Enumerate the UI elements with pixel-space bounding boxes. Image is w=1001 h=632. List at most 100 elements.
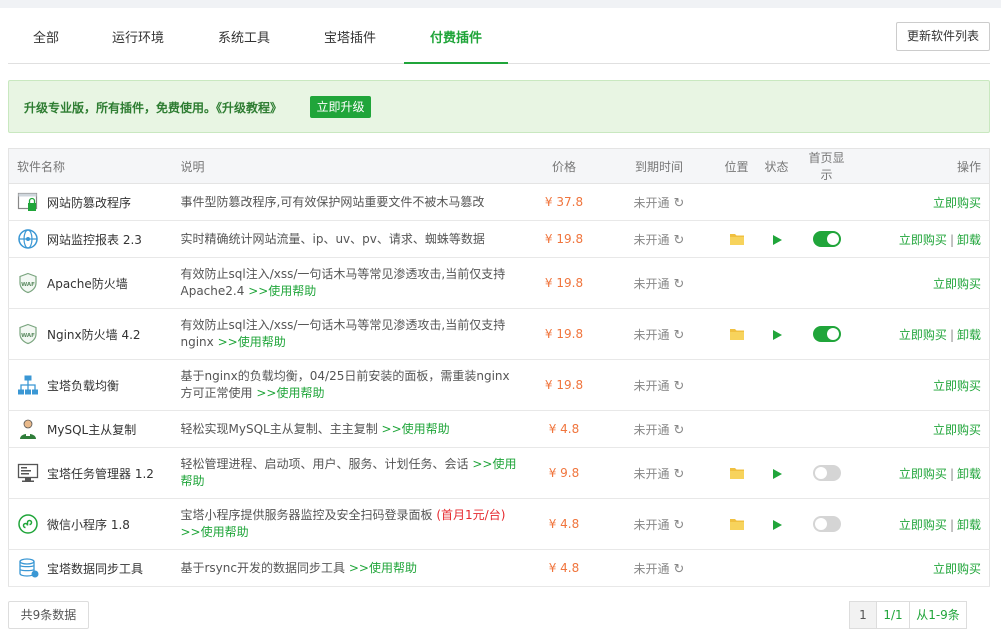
plugin-name[interactable]: Apache防火墙 <box>47 275 128 292</box>
op-separator: | <box>949 466 954 481</box>
usage-help-link[interactable]: >>使用帮助 <box>349 561 417 575</box>
plugin-price: ¥ 4.8 <box>548 561 580 575</box>
home-display-toggle[interactable] <box>812 465 841 481</box>
table-row: WAF Apache防火墙 有效防止sql注入/xss/一句话木马等常见渗透攻击,当… <box>8 257 990 309</box>
toggle-knob <box>826 233 839 245</box>
buy-now-link[interactable]: 立即购买 <box>933 196 981 210</box>
uninstall-link[interactable]: 卸载 <box>957 233 981 247</box>
plugin-name-cell: 宝塔任务管理器 1.2 <box>8 447 173 499</box>
plugin-price-cell: ¥ 4.8 <box>526 410 602 448</box>
tab-runtime[interactable]: 运行环境 <box>96 8 180 64</box>
play-icon[interactable] <box>771 329 783 341</box>
buy-now-link[interactable]: 立即购买 <box>933 562 981 576</box>
network-icon <box>17 374 39 396</box>
play-icon[interactable] <box>771 234 783 246</box>
table-row: 网站防篡改程序 事件型防篡改程序,可有效保护网站重要文件不被木马篡改 ¥ 37.8 未… <box>8 183 990 221</box>
play-icon[interactable] <box>771 519 783 531</box>
plugin-desc-cell: 轻松管理进程、启动项、用户、服务、计划任务、会话 >>使用帮助 <box>172 447 527 499</box>
plugin-state-cell <box>756 359 797 411</box>
usage-help-link[interactable]: >>使用帮助 <box>256 386 324 400</box>
plugin-op-cell: 立即购买 <box>856 549 990 587</box>
promo-text: (首月1元/台) <box>436 508 506 522</box>
play-icon[interactable] <box>771 468 783 480</box>
plugin-desc-cell: 基于rsync开发的数据同步工具 >>使用帮助 <box>172 549 527 587</box>
buy-now-link[interactable]: 立即购买 <box>933 423 981 437</box>
col-name: 软件名称 <box>8 148 173 184</box>
folder-icon[interactable] <box>729 466 745 480</box>
plugin-name[interactable]: 宝塔数据同步工具 <box>47 560 143 577</box>
plugin-position-cell <box>716 549 757 587</box>
home-display-toggle[interactable] <box>812 326 841 342</box>
col-expire: 到期时间 <box>601 148 717 184</box>
tab-all[interactable]: 全部 <box>22 8 70 64</box>
plugin-price-cell: ¥ 19.8 <box>526 257 602 309</box>
plugin-price: ¥ 4.8 <box>548 422 580 436</box>
plugin-home-cell <box>796 257 857 309</box>
toggle-knob <box>814 467 827 479</box>
uninstall-link[interactable]: 卸载 <box>957 467 981 481</box>
plugin-price: ¥ 4.8 <box>548 517 580 531</box>
buy-now-link[interactable]: 立即购买 <box>899 518 947 532</box>
plugin-name[interactable]: Nginx防火墙 4.2 <box>47 326 141 343</box>
folder-icon[interactable] <box>729 517 745 531</box>
refresh-icon[interactable]: ↻ <box>674 328 685 343</box>
upgrade-now-button[interactable]: 立即升级 <box>310 96 371 118</box>
table-row: 宝塔数据同步工具 基于rsync开发的数据同步工具 >>使用帮助 ¥ 4.8 未开通 ↻… <box>8 549 990 587</box>
buy-now-link[interactable]: 立即购买 <box>899 328 947 342</box>
op-separator: | <box>949 327 954 342</box>
usage-help-link[interactable]: >>使用帮助 <box>181 525 249 539</box>
plugin-price-cell: ¥ 4.8 <box>526 549 602 587</box>
plugin-description: 基于nginx的负载均衡，04/25日前安装的面板，需重装nginx方可正常使用 <box>180 369 510 400</box>
buy-now-link[interactable]: 立即购买 <box>933 379 981 393</box>
plugin-expire-cell: 未开通 ↻ <box>601 410 717 448</box>
usage-help-link[interactable]: >>使用帮助 <box>382 422 450 436</box>
plugin-expire-cell: 未开通 ↻ <box>601 183 717 221</box>
buy-now-link[interactable]: 立即购买 <box>899 233 947 247</box>
page-indicator[interactable]: 1/1 <box>876 601 910 629</box>
plugin-name[interactable]: 网站监控报表 2.3 <box>47 231 142 248</box>
plugin-name-cell: 宝塔负载均衡 <box>8 359 173 411</box>
home-display-toggle[interactable] <box>812 231 841 247</box>
plugin-price: ¥ 9.8 <box>548 466 580 480</box>
op-separator: | <box>949 517 954 532</box>
usage-help-link[interactable]: >>使用帮助 <box>218 335 286 349</box>
refresh-icon[interactable]: ↻ <box>674 562 685 577</box>
uninstall-link[interactable]: 卸载 <box>957 518 981 532</box>
table-row: 网站监控报表 2.3 实时精确统计网站流量、ip、uv、pv、请求、蜘蛛等数据 ¥ … <box>8 220 990 258</box>
database-user-icon <box>17 418 39 440</box>
expire-status: 未开通 <box>633 422 670 437</box>
plugin-op-cell: 立即购买 <box>856 359 990 411</box>
refresh-icon[interactable]: ↻ <box>674 196 685 211</box>
uninstall-link[interactable]: 卸载 <box>957 328 981 342</box>
plugin-name[interactable]: MySQL主从复制 <box>47 421 136 438</box>
refresh-icon[interactable]: ↻ <box>674 379 685 394</box>
plugin-name[interactable]: 宝塔负载均衡 <box>47 377 119 394</box>
waf-shield-icon: WAF <box>17 323 39 345</box>
plugin-position-cell <box>716 359 757 411</box>
refresh-icon[interactable]: ↻ <box>674 518 685 533</box>
plugin-name[interactable]: 宝塔任务管理器 1.2 <box>47 465 154 482</box>
update-software-list-button[interactable]: 更新软件列表 <box>896 22 990 51</box>
tab-paid-plugins[interactable]: 付费插件 <box>404 8 508 64</box>
plugin-state-cell <box>756 498 797 550</box>
expire-status: 未开通 <box>633 232 670 247</box>
refresh-icon[interactable]: ↻ <box>674 467 685 482</box>
svg-text:WAF: WAF <box>21 333 35 339</box>
plugin-name[interactable]: 网站防篡改程序 <box>47 194 131 211</box>
folder-icon[interactable] <box>729 327 745 341</box>
tab-bt-plugins[interactable]: 宝塔插件 <box>308 8 392 64</box>
home-display-toggle[interactable] <box>812 516 841 532</box>
refresh-icon[interactable]: ↻ <box>674 423 685 438</box>
plugin-name-cell: 微信小程序 1.8 <box>8 498 173 550</box>
refresh-icon[interactable]: ↻ <box>674 277 685 292</box>
tab-system-tools[interactable]: 系统工具 <box>202 8 286 64</box>
page-range[interactable]: 从1-9条 <box>909 601 967 629</box>
plugin-name[interactable]: 微信小程序 1.8 <box>47 516 130 533</box>
plugin-state-cell <box>756 308 797 360</box>
buy-now-link[interactable]: 立即购买 <box>899 467 947 481</box>
usage-help-link[interactable]: >>使用帮助 <box>248 284 316 298</box>
buy-now-link[interactable]: 立即购买 <box>933 277 981 291</box>
plugin-position-cell <box>716 257 757 309</box>
folder-icon[interactable] <box>729 232 745 246</box>
refresh-icon[interactable]: ↻ <box>674 233 685 248</box>
